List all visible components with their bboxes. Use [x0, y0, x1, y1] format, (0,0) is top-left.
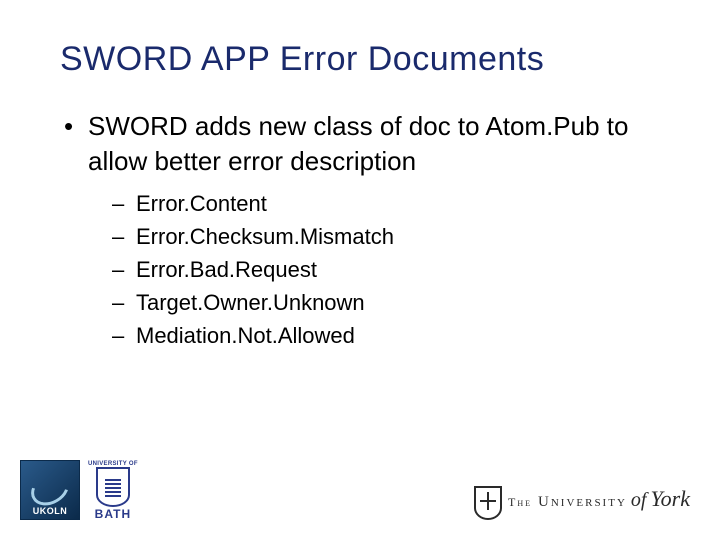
sub-bullet-list: Error.Content Error.Checksum.Mismatch Er… [88, 187, 660, 352]
sub-bullet-item: Target.Owner.Unknown [88, 286, 660, 319]
sub-bullet-item: Error.Content [88, 187, 660, 220]
sub-bullet-text: Error.Bad.Request [136, 257, 317, 282]
bath-crest-icon [96, 467, 130, 507]
york-crest-icon [474, 486, 502, 520]
sub-bullet-item: Mediation.Not.Allowed [88, 319, 660, 352]
bath-logo: UNIVERSITY OF BATH [88, 461, 138, 520]
slide-title: SWORD APP Error Documents [60, 40, 660, 79]
sub-bullet-text: Mediation.Not.Allowed [136, 323, 355, 348]
footer: UKOLN UNIVERSITY OF BATH The University … [0, 460, 720, 520]
sub-bullet-text: Error.Checksum.Mismatch [136, 224, 394, 249]
sub-bullet-text: Error.Content [136, 191, 267, 216]
bullet-item: SWORD adds new class of doc to Atom.Pub … [60, 109, 660, 352]
bullet-text: SWORD adds new class of doc to Atom.Pub … [88, 111, 628, 176]
sub-bullet-item: Error.Bad.Request [88, 253, 660, 286]
left-logo-group: UKOLN UNIVERSITY OF BATH [20, 460, 138, 520]
main-bullet-list: SWORD adds new class of doc to Atom.Pub … [60, 109, 660, 352]
sub-bullet-item: Error.Checksum.Mismatch [88, 220, 660, 253]
york-the-text: The [508, 495, 532, 510]
york-york-text: York [650, 486, 690, 512]
sub-bullet-text: Target.Owner.Unknown [136, 290, 365, 315]
ukoln-logo-text: UKOLN [33, 506, 68, 516]
ukoln-logo: UKOLN [20, 460, 80, 520]
bath-logo-bottom-text: BATH [95, 508, 131, 520]
york-logo: The University of York [474, 486, 690, 520]
york-of-text: of [631, 489, 647, 512]
slide: SWORD APP Error Documents SWORD adds new… [0, 0, 720, 540]
york-university-text: University [538, 494, 627, 511]
